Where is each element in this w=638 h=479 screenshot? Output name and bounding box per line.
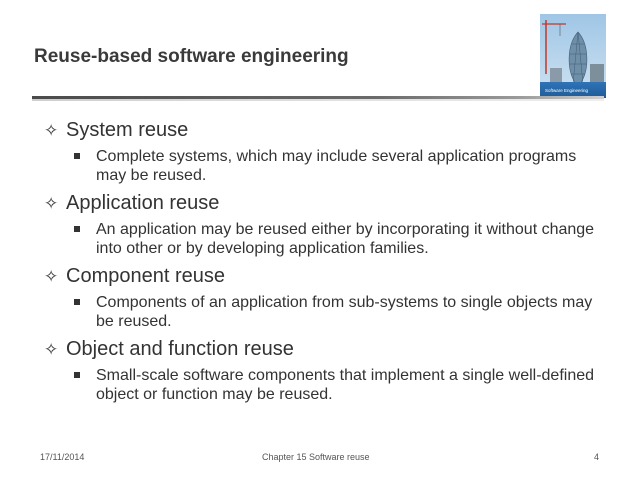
footer-date: 17/11/2014 [40, 452, 85, 462]
square-bullet-icon [74, 220, 96, 232]
bullet-item: ✧ Object and function reuse Small-scale … [44, 336, 619, 404]
book-cover-image: Software Engineering [540, 14, 606, 98]
bullet-item: ✧ Component reuse Components of an appli… [44, 263, 619, 331]
sub-bullet-text: Small-scale software components that imp… [96, 367, 595, 403]
bullet-heading: Component reuse [66, 265, 225, 287]
diamond-star-icon: ✧ [44, 340, 59, 360]
diamond-star-icon: ✧ [44, 267, 59, 287]
sub-bullet-text: Components of an application from sub-sy… [96, 294, 593, 330]
title-divider-shadow [32, 99, 604, 101]
bullet-item: ✧ Application reuse An application may b… [44, 190, 619, 258]
slide-title: Reuse-based software engineering [34, 46, 349, 67]
footer-chapter: Chapter 15 Software reuse [262, 452, 370, 462]
diamond-star-icon: ✧ [44, 121, 59, 141]
sub-bullet-row: Components of an application from sub-sy… [74, 293, 619, 331]
bullet-heading-row: ✧ Object and function reuse [44, 336, 619, 362]
square-bullet-icon [74, 293, 96, 305]
cover-title: Software Engineering [545, 88, 589, 93]
footer-page-number: 4 [594, 452, 600, 462]
diamond-star-icon: ✧ [44, 194, 59, 214]
bullet-heading: Application reuse [66, 192, 220, 214]
sub-bullet-text: Complete systems, which may include seve… [96, 148, 577, 184]
bullet-heading-row: ✧ Component reuse [44, 263, 619, 289]
bullet-list: ✧ System reuse Complete systems, which m… [44, 116, 619, 409]
sub-bullet-row: An application may be reused either by i… [74, 220, 619, 258]
book-cover-illustration: Software Engineering [540, 14, 606, 98]
bullet-item: ✧ System reuse Complete systems, which m… [44, 117, 619, 185]
sub-bullet-row: Small-scale software components that imp… [74, 366, 619, 404]
bullet-heading: Object and function reuse [66, 338, 294, 360]
square-bullet-icon [74, 366, 96, 378]
bullet-heading: System reuse [66, 119, 189, 141]
square-bullet-icon [74, 147, 96, 159]
bullet-heading-row: ✧ Application reuse [44, 190, 619, 216]
sub-bullet-text: An application may be reused either by i… [96, 221, 595, 257]
bullet-heading-row: ✧ System reuse [44, 117, 619, 143]
sub-bullet-row: Complete systems, which may include seve… [74, 147, 619, 185]
